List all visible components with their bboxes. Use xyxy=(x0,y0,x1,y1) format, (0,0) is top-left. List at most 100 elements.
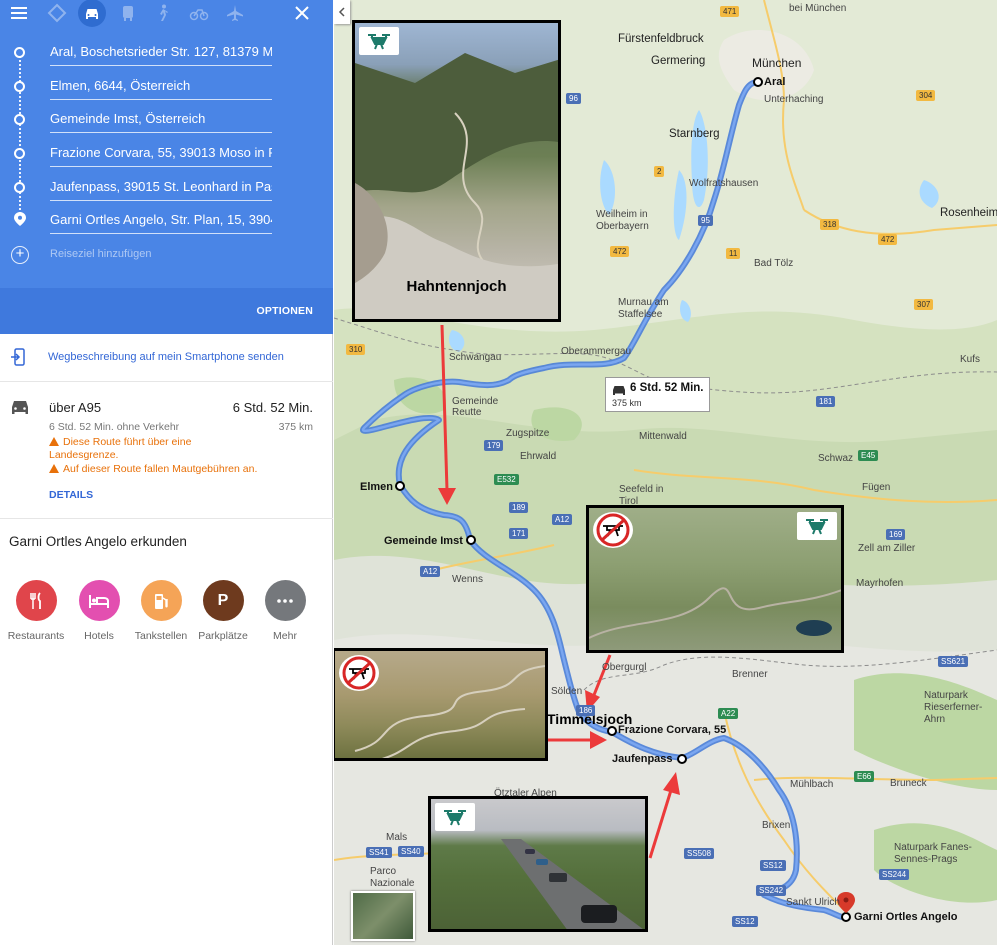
category-gas-stations[interactable]: Tankstellen xyxy=(128,580,194,650)
add-destination-row[interactable]: + Reiseziel hinzufügen xyxy=(0,237,333,271)
category-parking[interactable]: P Parkplätze xyxy=(190,580,256,650)
stop-row[interactable]: Gemeinde Imst, Österreich xyxy=(0,102,333,136)
map-label: bei München xyxy=(789,3,847,14)
map-label: Mayrhofen xyxy=(856,578,904,589)
stop-input[interactable]: Aral, Boschetsrieder Str. 127, 81379 Mün… xyxy=(50,42,272,66)
stop-input[interactable]: Garni Ortles Angelo, Str. Plan, 15, 3904… xyxy=(50,210,272,234)
drone-icon xyxy=(359,27,399,55)
map-label: Naturpark Fanes-Sennes-Prags xyxy=(894,842,972,865)
map-label: Unterhaching xyxy=(764,94,824,105)
destination-pin-icon xyxy=(14,212,26,226)
category-label: Tankstellen xyxy=(134,630,188,642)
border-warning: Diese Route führt über eine Landesgrenze… xyxy=(49,436,209,462)
road-shield: 179 xyxy=(484,440,504,451)
map-label: Jaufenpass xyxy=(612,753,673,765)
gas-station-icon[interactable] xyxy=(140,580,182,621)
map-label: Sankt Ulrich xyxy=(786,897,840,908)
road-shield: 171 xyxy=(509,528,529,539)
chevron-left-icon xyxy=(338,7,345,17)
hotel-icon[interactable] xyxy=(78,580,120,621)
stop-dot-icon xyxy=(14,114,25,125)
directions-header: Aral, Boschetsrieder Str. 127, 81379 Mün… xyxy=(0,0,333,334)
road-shield: 189 xyxy=(509,502,529,513)
map-label: Germering xyxy=(651,55,706,67)
map-label: Gemeinde Reutte xyxy=(452,396,499,418)
road-shield: SS12 xyxy=(732,916,758,927)
stop-input[interactable]: Gemeinde Imst, Österreich xyxy=(50,109,272,133)
road-shield: SS41 xyxy=(366,847,392,858)
stop-row[interactable]: Jaufenpass, 39015 St. Leonhard in Passei… xyxy=(0,170,333,204)
add-destination-label[interactable]: Reiseziel hinzufügen xyxy=(50,244,272,268)
stop-row[interactable]: Frazione Corvara, 55, 39013 Moso in Pass… xyxy=(0,136,333,170)
route-duration-callout[interactable]: 6 Std. 52 Min. 375 km xyxy=(605,377,710,412)
road-shield: 169 xyxy=(886,529,906,540)
menu-icon[interactable] xyxy=(6,0,32,26)
send-to-phone-link[interactable]: Wegbeschreibung auf mein Smartphone send… xyxy=(48,351,284,363)
callout-distance: 375 km xyxy=(612,398,642,408)
drone-icon xyxy=(797,512,837,540)
photo-hahntennjoch: Hahntennjoch xyxy=(352,20,561,322)
map-label: Sölden xyxy=(551,686,583,697)
map-canvas[interactable]: bei München Fürstenfeldbruck Germering M… xyxy=(334,0,997,945)
close-icon[interactable] xyxy=(289,0,315,26)
warning-icon xyxy=(49,464,59,473)
best-route-icon[interactable] xyxy=(44,0,70,26)
stop-row[interactable]: Garni Ortles Angelo, Str. Plan, 15, 3904… xyxy=(0,203,333,237)
category-restaurants[interactable]: Restaurants xyxy=(3,580,69,650)
details-button[interactable]: DETAILS xyxy=(49,489,93,501)
options-button[interactable]: OPTIONEN xyxy=(257,305,313,317)
map-label: Oberammergau xyxy=(561,346,632,357)
road-shield: 186 xyxy=(576,705,596,716)
category-hotels[interactable]: Hotels xyxy=(66,580,132,650)
map-label: Parco Nazionale xyxy=(370,866,415,889)
route-option-card[interactable]: über A95 6 Std. 52 Min. 6 Std. 52 Min. o… xyxy=(0,382,333,519)
photo-timmelsjoch-north xyxy=(586,505,844,653)
stop-input[interactable]: Elmen, 6644, Österreich xyxy=(50,76,272,100)
category-more[interactable]: Mehr xyxy=(252,580,318,650)
map-label: Ehrwald xyxy=(520,451,557,462)
add-icon[interactable]: + xyxy=(11,246,29,264)
options-strip: OPTIONEN xyxy=(0,288,333,334)
restaurant-icon[interactable] xyxy=(15,580,57,621)
map-label: Elmen xyxy=(360,481,394,493)
collapse-sidebar-button[interactable] xyxy=(334,0,350,24)
road-shield: 181 xyxy=(816,396,836,407)
stop-row[interactable]: Aral, Boschetsrieder Str. 127, 81379 Mün… xyxy=(0,35,333,69)
map-label: Bruneck xyxy=(890,778,927,789)
road-shield: A12 xyxy=(420,566,441,577)
road-shield: SS508 xyxy=(684,848,715,859)
map-label: Obergurgl xyxy=(602,662,647,673)
map-label: Schwangau xyxy=(449,352,502,363)
car-icon xyxy=(12,401,28,414)
route-duration: 6 Std. 52 Min. xyxy=(232,400,313,415)
car-mode-icon[interactable] xyxy=(78,0,106,27)
map-label: Murnau am Staffelsee xyxy=(618,297,669,320)
flight-mode-icon[interactable] xyxy=(222,0,248,26)
stop-row[interactable]: Elmen, 6644, Österreich xyxy=(0,69,333,103)
send-to-phone-row[interactable]: Wegbeschreibung auf mein Smartphone send… xyxy=(0,334,333,382)
satellite-toggle[interactable] xyxy=(351,891,415,941)
stop-input[interactable]: Frazione Corvara, 55, 39013 Moso in Pass… xyxy=(50,143,272,167)
stop-dot-icon xyxy=(14,81,25,92)
road-shield: 2 xyxy=(654,166,665,177)
map-label: Zell am Ziller xyxy=(858,543,916,554)
stop-input[interactable]: Jaufenpass, 39015 St. Leonhard in Passei… xyxy=(50,177,272,201)
more-icon[interactable] xyxy=(264,580,306,621)
road-shield: A12 xyxy=(552,514,573,525)
bike-mode-icon[interactable] xyxy=(186,0,212,26)
map-label: Mühlbach xyxy=(790,779,834,790)
parking-icon[interactable]: P xyxy=(202,580,244,621)
road-shield: 11 xyxy=(726,248,741,259)
route-via: über A95 xyxy=(49,400,102,415)
map-label: Bad Tölz xyxy=(754,258,794,269)
directions-sidebar: Aral, Boschetsrieder Str. 127, 81379 Mün… xyxy=(0,0,333,945)
map-label: Rosenheim xyxy=(940,207,997,219)
map-label: Naturpark Rieserferner-Ahrn xyxy=(924,690,983,725)
car-icon xyxy=(613,386,625,395)
transit-mode-icon[interactable] xyxy=(115,0,141,26)
walk-mode-icon[interactable] xyxy=(150,0,176,26)
map-label: Kufs xyxy=(960,354,981,365)
toll-warning-text: Auf dieser Route fallen Mautgebühren an. xyxy=(63,463,258,475)
no-drone-icon xyxy=(593,512,633,548)
map-label: Mals xyxy=(386,832,408,843)
